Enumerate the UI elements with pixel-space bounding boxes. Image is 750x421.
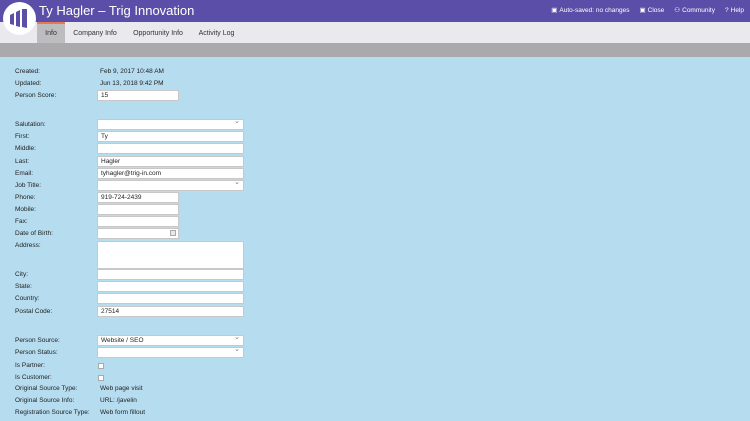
help-icon: ? (725, 7, 729, 14)
page-title: Ty Hagler – Trig Innovation (39, 3, 195, 18)
help-link[interactable]: ? Help (725, 5, 744, 17)
date-of-birth-label: Date of Birth: (15, 230, 53, 237)
postal-code-field[interactable]: 27514 (97, 306, 244, 317)
created-label: Created: (15, 68, 40, 75)
calendar-icon[interactable] (170, 230, 176, 236)
state-label: State: (15, 283, 32, 290)
person-detail-window: Ty Hagler – Trig Innovation ▣ Auto-saved… (0, 0, 750, 421)
city-label: City: (15, 271, 28, 278)
job-title-label: Job Title: (15, 182, 42, 189)
state-field[interactable] (97, 281, 244, 292)
autosave-status: ▣ Auto-saved: no changes (551, 5, 629, 17)
updated-value: Jun 13, 2018 9:42 PM (100, 80, 164, 87)
tab-company-info[interactable]: Company Info (67, 22, 123, 43)
person-status-label: Person Status: (15, 349, 58, 356)
person-score-field[interactable]: 15 (97, 90, 179, 101)
is-partner-label: Is Partner: (15, 362, 45, 369)
is-customer-label: Is Customer: (15, 374, 52, 381)
phone-label: Phone: (15, 194, 36, 201)
address-label: Address: (15, 242, 41, 249)
country-label: Country: (15, 295, 40, 302)
person-status-select[interactable] (97, 347, 244, 358)
tab-info[interactable]: Info (37, 22, 65, 43)
phone-field[interactable]: 919-724-2439 (97, 192, 179, 203)
tab-activity-log[interactable]: Activity Log (193, 22, 240, 43)
is-customer-checkbox[interactable] (98, 375, 104, 381)
tab-bar: Info Company Info Opportunity Info Activ… (0, 22, 750, 43)
created-value: Feb 9, 2017 10:48 AM (100, 68, 164, 75)
city-field[interactable] (97, 269, 244, 280)
header-bar: Ty Hagler – Trig Innovation ▣ Auto-saved… (0, 0, 750, 22)
close-button[interactable]: ▣ Close (640, 5, 665, 17)
mobile-label: Mobile: (15, 206, 36, 213)
email-label: Email: (15, 170, 34, 177)
close-icon: ▣ (639, 7, 646, 14)
fax-field[interactable] (97, 216, 179, 227)
country-field[interactable] (97, 293, 244, 304)
logo-bars-icon (10, 9, 27, 28)
is-partner-checkbox[interactable] (98, 363, 104, 369)
postal-code-label: Postal Code: (15, 308, 53, 315)
community-link[interactable]: ⚇ Community (674, 5, 715, 17)
fax-label: Fax: (15, 218, 28, 225)
middle-name-label: Middle: (15, 145, 36, 152)
original-source-info-value: URL: /javelin (100, 397, 137, 404)
updated-label: Updated: (15, 80, 42, 87)
person-score-label: Person Score: (15, 92, 57, 99)
date-of-birth-field[interactable] (97, 228, 179, 239)
original-source-type-label: Original Source Type: (15, 385, 78, 392)
toolbar-strip (0, 43, 750, 57)
middle-name-field[interactable] (97, 143, 244, 154)
header-actions: ▣ Auto-saved: no changes ▣ Close ⚇ Commu… (551, 5, 744, 17)
marketo-logo[interactable] (3, 2, 36, 35)
community-icon: ⚇ (674, 7, 681, 14)
person-source-select[interactable]: Website / SEO (97, 335, 244, 346)
registration-source-type-label: Registration Source Type: (15, 409, 90, 416)
first-name-label: First: (15, 133, 30, 140)
last-name-field[interactable]: Hagler (97, 156, 244, 167)
salutation-label: Salutation: (15, 121, 46, 128)
job-title-select[interactable] (97, 180, 244, 191)
email-field[interactable]: tyhagler@trig-in.com (97, 168, 244, 179)
last-name-label: Last: (15, 158, 30, 165)
save-icon: ▣ (551, 7, 558, 14)
tab-opportunity-info[interactable]: Opportunity Info (126, 22, 190, 43)
original-source-type-value: Web page visit (100, 385, 143, 392)
person-source-label: Person Source: (15, 337, 60, 344)
first-name-field[interactable]: Ty (97, 131, 244, 142)
mobile-field[interactable] (97, 204, 179, 215)
original-source-info-label: Original Source Info: (15, 397, 75, 404)
salutation-select[interactable] (97, 119, 244, 130)
registration-source-type-value: Web form fillout (100, 409, 146, 416)
address-textarea[interactable] (97, 241, 244, 269)
